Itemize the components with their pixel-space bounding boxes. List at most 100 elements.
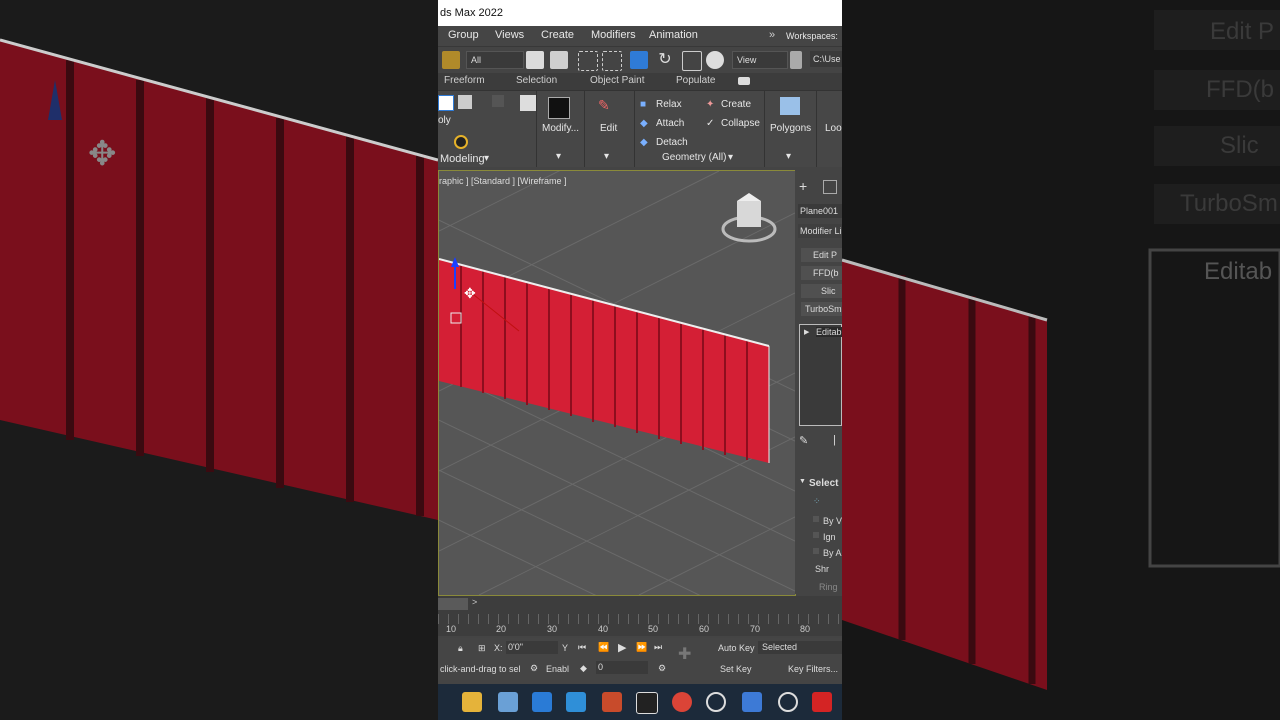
excel-icon[interactable]: [636, 692, 658, 714]
chevron-down-icon[interactable]: ▾: [728, 152, 733, 163]
workspaces-label[interactable]: Workspaces:: [786, 31, 838, 41]
file-explorer-icon[interactable]: [462, 692, 482, 712]
time-slider[interactable]: [438, 598, 468, 610]
project-path-field[interactable]: C:\Use: [810, 51, 842, 67]
ribbon-tool-icon[interactable]: [492, 95, 504, 107]
modeling-panel-label[interactable]: Modeling: [440, 153, 485, 165]
time-config-icon[interactable]: ⚙: [658, 663, 666, 674]
absolute-mode-icon[interactable]: ⊞: [478, 643, 486, 654]
checkbox[interactable]: [813, 516, 819, 522]
scale-icon[interactable]: [682, 51, 702, 71]
rollout-arrow-icon[interactable]: ▼: [799, 478, 806, 485]
polygons-button[interactable]: Polygons: [770, 123, 811, 134]
object-name-field[interactable]: Plane001: [798, 204, 842, 218]
vertex-icon[interactable]: [454, 135, 468, 149]
calculator-icon[interactable]: [498, 692, 518, 712]
menu-modifiers[interactable]: Modifiers: [591, 29, 636, 41]
go-to-start-icon[interactable]: ⏮: [578, 642, 586, 653]
menu-group[interactable]: Group: [448, 29, 479, 41]
set-key-button[interactable]: Set Key: [720, 664, 752, 674]
powerpoint-icon[interactable]: [602, 692, 622, 712]
chevron-down-icon[interactable]: ▾: [556, 151, 561, 162]
reference-coord-dropdown[interactable]: View: [732, 51, 788, 69]
tab-selection[interactable]: Selection: [516, 75, 557, 86]
modify-mode-label[interactable]: Modify...: [542, 123, 579, 134]
modifier-button-slice[interactable]: Slic: [801, 284, 842, 298]
mail-icon[interactable]: [566, 692, 586, 712]
modify-panel-icon[interactable]: [823, 180, 837, 194]
pin-stack-icon[interactable]: ✎: [799, 434, 808, 447]
timeline[interactable]: > 10 20 30 40 50 60 70 80: [438, 596, 842, 636]
time-slider-arrow-icon[interactable]: >: [472, 597, 477, 607]
perspective-viewport[interactable]: raphic ] [Standard ] [Wireframe ] ✥: [438, 170, 796, 596]
modifier-button-edit[interactable]: Edit P: [801, 248, 842, 262]
lock-icon[interactable]: 🔒︎: [458, 643, 463, 654]
poly-mode-icon[interactable]: [438, 95, 454, 111]
enable-toggle[interactable]: Enabl: [546, 664, 569, 674]
loop-button[interactable]: Loo: [825, 123, 842, 134]
select-by-name-icon[interactable]: [550, 51, 568, 69]
current-frame-field[interactable]: 0: [596, 661, 648, 674]
next-frame-icon[interactable]: ⏩: [636, 642, 647, 653]
ribbon-toggle-icon[interactable]: [738, 77, 750, 85]
tab-object-paint[interactable]: Object Paint: [590, 75, 644, 86]
modifier-stack[interactable]: ▶ Editab: [799, 324, 842, 426]
menu-views[interactable]: Views: [495, 29, 524, 41]
viewcube-widget[interactable]: [719, 201, 777, 245]
collapse-button[interactable]: Collapse: [721, 118, 760, 129]
x-coord-field[interactable]: 0'0": [506, 641, 558, 654]
modify-mode-icon[interactable]: [548, 97, 570, 119]
store-icon[interactable]: [532, 692, 552, 712]
menu-animation[interactable]: Animation: [649, 29, 698, 41]
modifier-button-turbosmooth[interactable]: TurboSm: [801, 302, 842, 316]
checkbox[interactable]: [813, 532, 819, 538]
selection-filter-dropdown[interactable]: All: [466, 51, 524, 69]
settings-app-icon[interactable]: [778, 692, 798, 712]
chevron-down-icon[interactable]: ▾: [604, 151, 609, 162]
ring-button[interactable]: Ring: [819, 582, 838, 592]
track-bar[interactable]: [438, 614, 842, 624]
keyframe-icon[interactable]: ◆: [580, 663, 587, 674]
rect-selection-icon[interactable]: [578, 51, 598, 71]
placement-icon[interactable]: [706, 51, 724, 69]
vertex-selection-icon[interactable]: ⁘: [813, 496, 821, 507]
tab-populate[interactable]: Populate: [676, 75, 715, 86]
modifier-button-ffd[interactable]: FFD(b: [801, 266, 842, 280]
chevron-more-icon[interactable]: »: [769, 29, 775, 41]
option-ignore-backfacing[interactable]: Ign: [823, 532, 836, 542]
time-tag-icon[interactable]: ⚙: [530, 663, 538, 674]
previous-frame-icon[interactable]: ⏪: [598, 642, 609, 653]
snipping-icon[interactable]: [742, 692, 762, 712]
chrome-icon[interactable]: [672, 692, 692, 712]
chevron-down-icon[interactable]: ▾: [484, 153, 489, 164]
option-by-vertex[interactable]: By V: [823, 516, 842, 526]
auto-key-button[interactable]: Auto Key: [718, 643, 755, 653]
key-filters-button[interactable]: Key Filters...: [788, 664, 838, 674]
subobject-icon[interactable]: [458, 95, 472, 109]
play-icon[interactable]: ▶: [618, 641, 626, 654]
menu-create[interactable]: Create: [541, 29, 574, 41]
rotate-icon[interactable]: ↻: [656, 51, 674, 69]
tab-freeform[interactable]: Freeform: [444, 75, 485, 86]
search-app-icon[interactable]: [706, 692, 726, 712]
stack-item-editable-poly[interactable]: Editab: [816, 327, 842, 337]
select-object-icon[interactable]: [526, 51, 544, 69]
geometry-panel-label[interactable]: Geometry (All): [662, 152, 726, 163]
shrink-button[interactable]: Shr: [815, 564, 829, 574]
detach-button[interactable]: Detach: [656, 137, 688, 148]
modifier-list-dropdown[interactable]: Modifier Li: [798, 224, 842, 238]
create-panel-icon[interactable]: +: [799, 178, 807, 194]
selection-rollout-title[interactable]: Select: [809, 478, 838, 489]
element-icon[interactable]: [520, 95, 536, 111]
pivot-icon[interactable]: [790, 51, 802, 69]
viewport-label[interactable]: raphic ] [Standard ] [Wireframe ]: [439, 176, 567, 186]
option-by-angle[interactable]: By A: [823, 548, 842, 558]
attach-button[interactable]: Attach: [656, 118, 684, 129]
create-button[interactable]: Create: [721, 99, 751, 110]
show-end-result-icon[interactable]: |: [833, 434, 836, 446]
go-to-end-icon[interactable]: ⏭: [654, 642, 662, 653]
move-icon[interactable]: [630, 51, 648, 69]
chevron-down-icon[interactable]: ▾: [786, 151, 791, 162]
window-crossing-icon[interactable]: [602, 51, 622, 71]
edit-tools-icon[interactable]: ✎: [598, 97, 616, 115]
